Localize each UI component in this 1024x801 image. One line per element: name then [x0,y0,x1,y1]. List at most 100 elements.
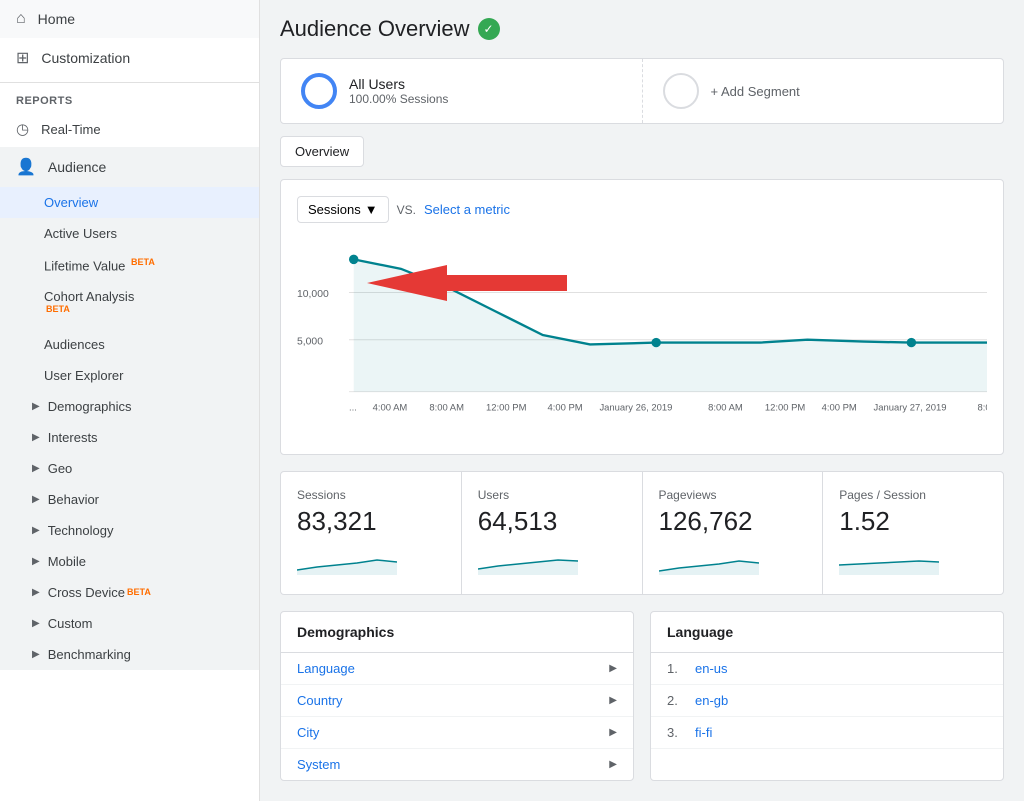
sparkline-pages-per-session [839,545,939,575]
metric-value-users: 64,513 [478,506,626,537]
active-users-label: Active Users [44,226,117,241]
realtime-label: Real-Time [41,122,100,137]
sidebar: ⌂ Home ⊞ Customization REPORTS ◷ Real-Ti… [0,0,260,801]
geo-label: Geo [48,461,73,476]
sparkline-sessions [297,545,397,575]
page-title-row: Audience Overview ✓ [280,16,1004,42]
audiences-label: Audiences [44,337,105,352]
custom-label: Custom [48,616,93,631]
sessions-dropdown[interactable]: Sessions ▼ [297,196,389,223]
sidebar-item-technology[interactable]: ▶ Technology [0,515,259,546]
reports-label: REPORTS [0,87,259,111]
benchmarking-arrow: ▶ [32,649,40,660]
lang-num-2: 2. [667,693,687,708]
sidebar-item-audience[interactable]: 👤 Audience [0,147,259,187]
demographics-table: Demographics Language ▶ Country ▶ City ▶… [280,611,634,781]
demographics-header: Demographics [281,612,633,653]
user-explorer-label: User Explorer [44,368,123,383]
lang-link-2[interactable]: en-gb [695,693,728,708]
segment-bar: All Users 100.00% Sessions + Add Segment [280,58,1004,124]
lang-link-1[interactable]: en-us [695,661,728,676]
page-title: Audience Overview [280,16,470,42]
metric-label-pageviews: Pageviews [659,488,807,502]
behavior-arrow: ▶ [32,494,40,505]
add-segment-button[interactable]: + Add Segment [643,59,1004,123]
lang-row-3: 3. fi-fi [651,717,1003,749]
sidebar-item-mobile[interactable]: ▶ Mobile [0,546,259,577]
bottom-section: Demographics Language ▶ Country ▶ City ▶… [280,611,1004,781]
segment-all-users[interactable]: All Users 100.00% Sessions [281,59,643,123]
dropdown-chevron: ▼ [365,202,378,217]
svg-text:...: ... [349,403,357,414]
language-header: Language [651,612,1003,653]
realtime-icon: ◷ [16,120,29,138]
demographics-label: Demographics [48,399,132,414]
audience-sub-items: Overview Active Users Lifetime Value BET… [0,187,259,670]
cross-device-label: Cross Device [48,585,125,600]
sidebar-item-overview[interactable]: Overview [0,187,259,218]
metric-value-sessions: 83,321 [297,506,445,537]
sidebar-item-interests[interactable]: ▶ Interests [0,422,259,453]
svg-text:January 26, 2019: January 26, 2019 [599,403,672,414]
behavior-label: Behavior [48,492,99,507]
tab-overview[interactable]: Overview [280,136,364,167]
mobile-arrow: ▶ [32,556,40,567]
technology-label: Technology [48,523,114,538]
home-label: Home [38,11,75,27]
demo-row-city-label: City [297,725,319,740]
metrics-grid: Sessions 83,321 Users 64,513 Pageviews 1… [280,471,1004,595]
demo-row-system-arrow: ▶ [609,759,617,770]
metric-selector-row: Sessions ▼ VS. Select a metric [297,196,987,223]
sidebar-item-geo[interactable]: ▶ Geo [0,453,259,484]
lang-link-3[interactable]: fi-fi [695,725,712,740]
technology-arrow: ▶ [32,525,40,536]
sessions-dropdown-label: Sessions [308,202,361,217]
sidebar-item-customization[interactable]: ⊞ Customization [0,38,259,78]
lang-row-2: 2. en-gb [651,685,1003,717]
demo-row-language[interactable]: Language ▶ [281,653,633,685]
sidebar-item-realtime[interactable]: ◷ Real-Time [0,111,259,147]
sparkline-users [478,545,578,575]
audience-icon: 👤 [16,157,36,177]
svg-text:12:00 PM: 12:00 PM [486,403,527,414]
mobile-label: Mobile [48,554,86,569]
metric-card-pages-per-session: Pages / Session 1.52 [823,472,1003,594]
demographics-arrow: ▶ [32,401,40,412]
demo-row-city[interactable]: City ▶ [281,717,633,749]
sidebar-item-custom[interactable]: ▶ Custom [0,608,259,639]
geo-arrow: ▶ [32,463,40,474]
vs-label: VS. [397,203,416,217]
audience-section: 👤 Audience Overview Active Users Lifetim… [0,147,259,670]
svg-text:4:00 AM: 4:00 AM [373,403,408,414]
custom-arrow: ▶ [32,618,40,629]
cross-device-beta: BETA [127,587,151,597]
demo-row-country-label: Country [297,693,343,708]
sidebar-item-user-explorer[interactable]: User Explorer [0,360,259,391]
sidebar-item-audiences[interactable]: Audiences [0,329,259,360]
sidebar-item-benchmarking[interactable]: ▶ Benchmarking [0,639,259,670]
demo-row-system[interactable]: System ▶ [281,749,633,780]
sidebar-item-active-users[interactable]: Active Users [0,218,259,249]
sidebar-item-home[interactable]: ⌂ Home [0,0,259,38]
metric-label-sessions: Sessions [297,488,445,502]
sidebar-item-behavior[interactable]: ▶ Behavior [0,484,259,515]
metric-value-pageviews: 126,762 [659,506,807,537]
cohort-analysis-label: Cohort Analysis [44,289,134,304]
segment-circle [301,73,337,109]
sidebar-item-demographics[interactable]: ▶ Demographics [0,391,259,422]
metric-card-users: Users 64,513 [462,472,642,594]
svg-text:12:00 PM: 12:00 PM [765,403,806,414]
svg-text:4:00 PM: 4:00 PM [822,403,857,414]
sidebar-item-cross-device[interactable]: ▶ Cross Device BETA [0,577,259,608]
customization-label: Customization [41,50,130,66]
demo-row-country[interactable]: Country ▶ [281,685,633,717]
benchmarking-label: Benchmarking [48,647,131,662]
line-chart: 10,000 5,000 ... 4:00 [297,235,987,435]
demo-row-city-arrow: ▶ [609,727,617,738]
add-segment-circle [663,73,699,109]
select-metric-link[interactable]: Select a metric [424,202,510,217]
sidebar-item-cohort-analysis[interactable]: Cohort Analysis BETA [0,281,259,328]
sidebar-item-lifetime-value[interactable]: Lifetime Value BETA [0,249,259,281]
interests-label: Interests [48,430,98,445]
segment-pct: 100.00% Sessions [349,92,448,106]
